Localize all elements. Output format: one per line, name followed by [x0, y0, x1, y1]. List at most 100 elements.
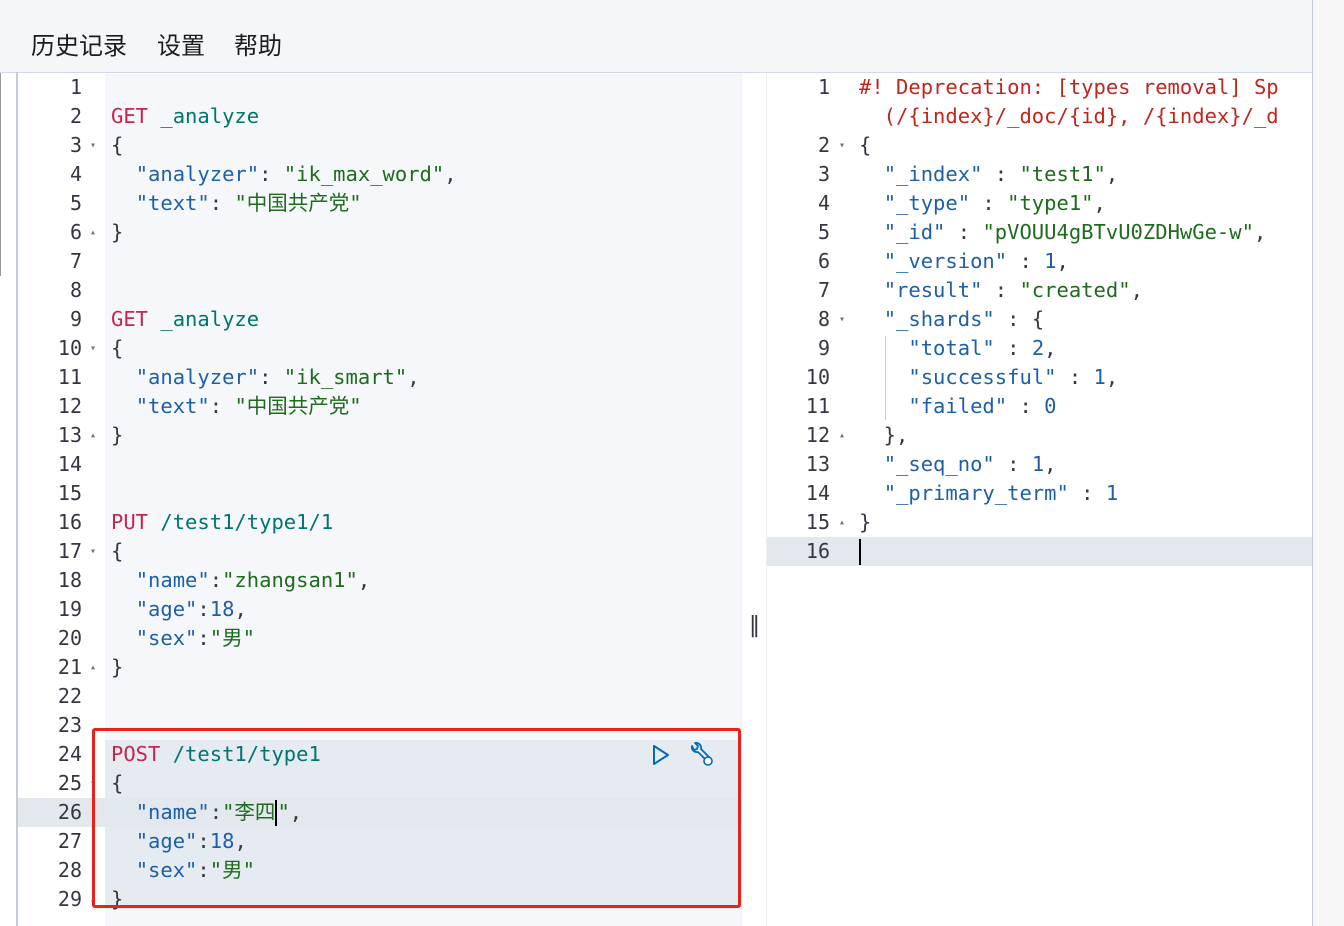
code-line[interactable]: 22 [18, 682, 741, 711]
token-url: /test1/type1 [160, 742, 321, 766]
code-line[interactable]: 3 "_index" : "test1", [767, 160, 1312, 189]
code-line[interactable]: 6 "_version" : 1, [767, 247, 1312, 276]
token-method: POST [111, 742, 161, 766]
code-line[interactable]: 20 "sex":"男" [18, 624, 741, 653]
fold-arrow-down-icon[interactable]: ▾ [835, 305, 849, 334]
text-cursor [859, 539, 861, 565]
code-line[interactable]: 18 "name":"zhangsan1", [18, 566, 741, 595]
code-line[interactable]: 3 ▾ { [18, 131, 741, 160]
fold-arrow-down-icon[interactable]: ▾ [86, 131, 100, 160]
code-line[interactable]: 10 ▾ { [18, 334, 741, 363]
token-key: "_type" [883, 191, 971, 215]
token-key: "age" [135, 829, 198, 853]
token-punc: : [982, 278, 1020, 302]
token-punc: : [1007, 394, 1045, 418]
code-line[interactable]: 11 "analyzer": "ik_smart", [18, 363, 741, 392]
token-str: "ik_max_word" [283, 162, 445, 186]
code-line[interactable]: 14 [18, 450, 741, 479]
code-line[interactable]: 21 ▴} [18, 653, 741, 682]
token-punc: , [289, 800, 303, 824]
token-punc: : [259, 365, 284, 389]
line-number: 29 [57, 887, 82, 911]
token-punc [111, 626, 136, 650]
line-code: GET _analyze [111, 305, 259, 334]
code-line[interactable]: 2 GET _analyze [18, 102, 741, 131]
code-line[interactable]: 12 "text": "中国共产党" [18, 392, 741, 421]
token-str: "type1" [1007, 191, 1094, 215]
code-line[interactable]: 8 ▾ "_shards" : { [767, 305, 1312, 334]
code-line[interactable]: 9 GET _analyze [18, 305, 741, 334]
code-line[interactable]: 16 PUT /test1/type1/1 [18, 508, 741, 537]
code-line[interactable]: 6 ▴} [18, 218, 741, 247]
code-line[interactable]: 7 "result" : "created", [767, 276, 1312, 305]
fold-arrow-up-icon[interactable]: ▴ [86, 653, 100, 682]
line-number: 9 [817, 336, 830, 360]
line-number: 3 [69, 133, 82, 157]
fold-arrow-up-icon[interactable]: ▴ [86, 218, 100, 247]
line-number: 10 [57, 336, 82, 360]
line-number: 7 [69, 249, 82, 273]
code-line[interactable]: 10 "successful" : 1, [767, 363, 1312, 392]
line-number: 18 [57, 568, 82, 592]
menu-settings[interactable]: 设置 [157, 26, 205, 61]
fold-arrow-up-icon[interactable]: ▴ [835, 508, 849, 537]
token-punc [859, 220, 884, 244]
line-code: "failed" : 0 [859, 392, 1056, 421]
code-line[interactable]: 12 ▴ }, [767, 421, 1312, 450]
code-line[interactable]: 28 "sex":"男" [18, 856, 741, 885]
line-code: "text": "中国共产党" [111, 189, 362, 218]
token-key: "total" [908, 336, 995, 360]
fold-arrow-down-icon[interactable]: ▾ [86, 769, 100, 798]
code-line[interactable]: 25 ▾ { [18, 769, 741, 798]
code-line[interactable]: 13 ▴} [18, 421, 741, 450]
code-line[interactable]: 13 "_seq_no" : 1, [767, 450, 1312, 479]
code-line[interactable]: 26 "name":"李四", [18, 798, 741, 827]
fold-arrow-up-icon[interactable]: ▴ [835, 421, 849, 450]
token-url: _analyze [148, 104, 260, 128]
code-line[interactable]: 19 "age":18, [18, 595, 741, 624]
menu-help[interactable]: 帮助 [234, 26, 282, 61]
token-punc: , [1044, 452, 1057, 476]
pane-resizer[interactable]: ‖ [741, 73, 767, 926]
code-line[interactable]: 4 "analyzer": "ik_max_word", [18, 160, 741, 189]
code-line[interactable]: 14 "_primary_term" : 1 [767, 479, 1312, 508]
code-line[interactable]: 2 ▾ { [767, 131, 1312, 160]
code-line[interactable]: 1 [18, 73, 741, 102]
code-line[interactable]: 1 #! Deprecation: [types removal] Sp [767, 73, 1312, 102]
resizer-grip-icon[interactable]: ‖ [749, 615, 760, 637]
response-editor[interactable]: 1 #! Deprecation: [types removal] Sp (/{i… [767, 73, 1312, 926]
code-line[interactable]: 27 "age":18, [18, 827, 741, 856]
code-line[interactable]: 24 POST /test1/type1 [18, 740, 741, 769]
fold-arrow-up-icon[interactable]: ▴ [86, 885, 100, 914]
fold-arrow-down-icon[interactable]: ▾ [835, 131, 849, 160]
token-punc [111, 800, 136, 824]
code-line[interactable]: 15 [18, 479, 741, 508]
code-line[interactable]: 8 [18, 276, 741, 305]
token-key: "_index" [883, 162, 983, 186]
code-line[interactable]: 5 "_id" : "pVOUU4gBTvU0ZDHwGe-w", [767, 218, 1312, 247]
code-line[interactable]: 23 [18, 711, 741, 740]
fold-arrow-down-icon[interactable]: ▾ [86, 334, 100, 363]
code-line[interactable]: 17 ▾ { [18, 537, 741, 566]
fold-arrow-up-icon[interactable]: ▴ [86, 421, 100, 450]
code-line[interactable]: 29 ▴} [18, 885, 741, 914]
code-line[interactable]: 7 [18, 247, 741, 276]
line-number: 28 [57, 858, 82, 882]
code-line[interactable]: 4 "_type" : "type1", [767, 189, 1312, 218]
play-icon[interactable] [650, 743, 672, 767]
code-line[interactable]: 11 "failed" : 0 [767, 392, 1312, 421]
line-code: { [111, 334, 123, 363]
token-punc: : [1068, 481, 1106, 505]
code-line[interactable]: 16 [767, 537, 1312, 566]
code-line[interactable]: 15 ▴} [767, 508, 1312, 537]
menu-history[interactable]: 历史记录 [31, 26, 127, 61]
code-line[interactable]: 5 "text": "中国共产党" [18, 189, 741, 218]
code-line[interactable]: 9 "total" : 2, [767, 334, 1312, 363]
token-str: "男" [209, 626, 255, 650]
fold-arrow-down-icon[interactable]: ▾ [86, 537, 100, 566]
code-line[interactable]: (/{index}/_doc/{id}, /{index}/_d [767, 102, 1312, 131]
token-punc: , [407, 365, 420, 389]
wrench-icon[interactable] [686, 741, 716, 769]
line-code: "text": "中国共产党" [111, 392, 362, 421]
request-editor[interactable]: 1 2 GET _analyze 3 ▾{4 "analyzer": "ik_max_w… [18, 73, 741, 926]
